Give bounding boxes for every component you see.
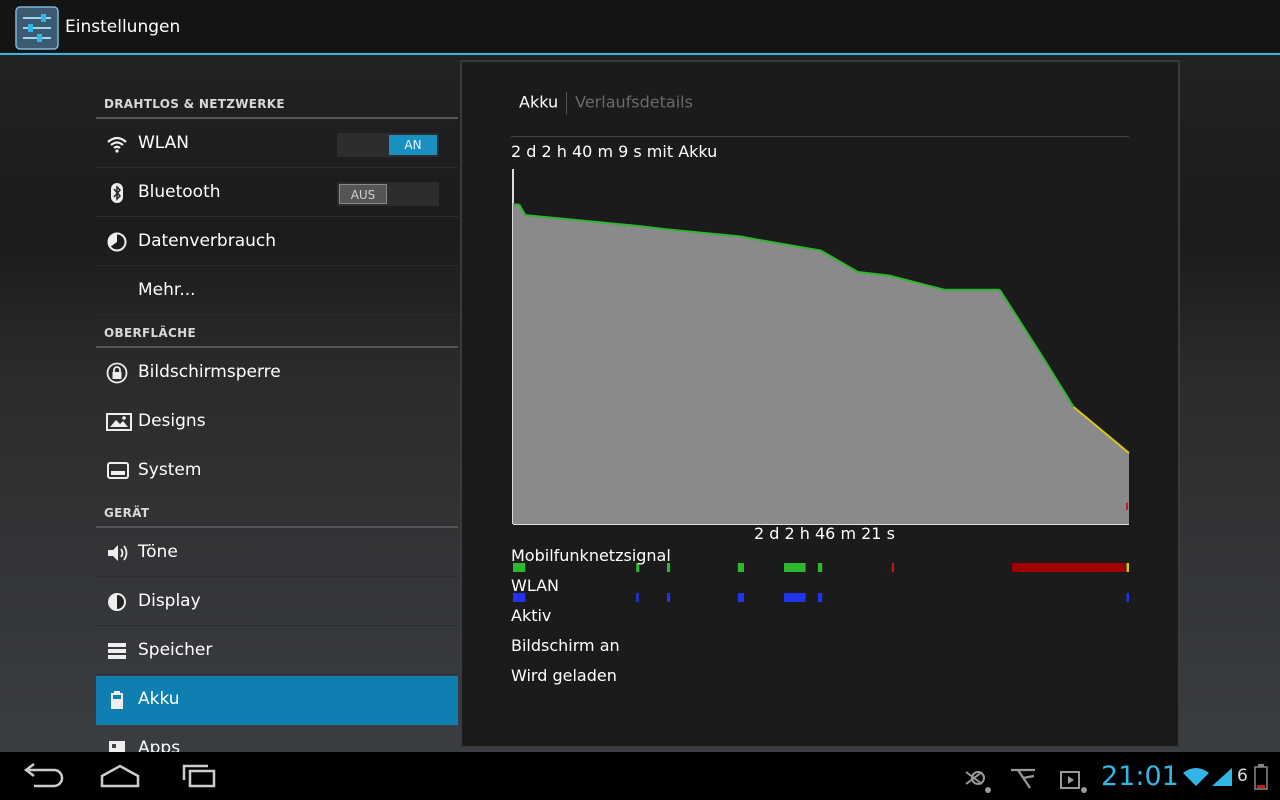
settings-item-data-usage[interactable]: Datenverbrauch bbox=[96, 218, 458, 266]
clock[interactable]: 21:01 bbox=[1101, 761, 1179, 792]
tab-history-details[interactable]: Verlaufsdetails bbox=[575, 93, 693, 112]
settings-item-label: Mehr... bbox=[138, 280, 196, 300]
elapsed-time-text: 2 d 2 h 46 m 21 s bbox=[754, 524, 895, 543]
settings-item-label: WLAN bbox=[138, 133, 190, 153]
battery-duration-text: 2 d 2 h 40 m 9 s mit Akku bbox=[511, 142, 718, 161]
settings-item-label: Display bbox=[138, 591, 201, 611]
category-divider bbox=[96, 117, 458, 119]
image-icon bbox=[106, 411, 132, 433]
settings-item-system[interactable]: System bbox=[96, 447, 458, 495]
settings-item-label: Bildschirmsperre bbox=[138, 362, 281, 382]
wlan-segment bbox=[667, 593, 671, 602]
mobile-signal-segment bbox=[1011, 563, 1126, 572]
settings-item-display[interactable]: Display bbox=[96, 578, 458, 626]
wifi-status-icon bbox=[1182, 766, 1210, 792]
system-nav-bar: 21:01 6 bbox=[0, 752, 1280, 800]
storage-icon bbox=[106, 640, 128, 662]
recent-apps-button[interactable] bbox=[170, 760, 230, 792]
mobile-signal-segment bbox=[1126, 563, 1129, 572]
settings-item-label: Apps bbox=[138, 738, 181, 752]
battery-level-area bbox=[513, 204, 1129, 524]
settings-item-wlan[interactable]: WLAN AN bbox=[96, 120, 458, 168]
sync-notification-icon[interactable] bbox=[962, 764, 992, 798]
tab-battery[interactable]: Akku bbox=[519, 93, 558, 112]
settings-item-bluetooth[interactable]: Bluetooth AUS bbox=[96, 169, 458, 217]
settings-item-label: Töne bbox=[138, 542, 178, 562]
battery-icon bbox=[106, 689, 128, 711]
track-label-charging: Wird geladen bbox=[511, 666, 617, 685]
back-button[interactable] bbox=[14, 760, 74, 792]
mobile-signal-segment bbox=[817, 563, 823, 572]
bluetooth-icon bbox=[106, 182, 128, 204]
action-bar: Einstellungen bbox=[0, 0, 1280, 55]
settings-item-more[interactable]: Mehr... bbox=[96, 267, 458, 315]
category-header-wireless: DRAHTLOS & NETZWERKE bbox=[104, 97, 285, 111]
battery-status-icon bbox=[1254, 764, 1268, 794]
bluetooth-toggle[interactable]: AUS bbox=[337, 182, 439, 206]
home-button[interactable] bbox=[90, 760, 150, 792]
settings-item-label: Akku bbox=[138, 689, 180, 709]
settings-item-label: Datenverbrauch bbox=[138, 231, 277, 251]
settings-item-sound[interactable]: Töne bbox=[96, 529, 458, 577]
toggle-state-label: AN bbox=[389, 135, 437, 155]
battery-detail-panel: Akku Verlaufsdetails 2 d 2 h 40 m 9 s mit… bbox=[460, 60, 1180, 748]
wlan-segment bbox=[784, 593, 806, 602]
cell-signal-icon bbox=[1210, 766, 1234, 792]
media-notification-icon[interactable] bbox=[1058, 764, 1088, 798]
app-title: Einstellungen bbox=[65, 17, 181, 37]
battery-level-number: 6 bbox=[1237, 766, 1248, 786]
panel-tabs: Akku Verlaufsdetails bbox=[519, 92, 693, 114]
settings-item-label: Bluetooth bbox=[138, 182, 221, 202]
track-label-mobile-signal: Mobilfunknetzsignal bbox=[511, 546, 671, 565]
airplane-notification-icon[interactable] bbox=[1008, 764, 1038, 798]
brightness-icon bbox=[106, 591, 128, 613]
settings-item-lockscreen[interactable]: Bildschirmsperre bbox=[96, 349, 458, 397]
category-divider bbox=[96, 346, 458, 348]
category-divider bbox=[96, 526, 458, 528]
category-header-ui: OBERFLÄCHE bbox=[104, 326, 196, 340]
category-header-device: GERÄT bbox=[104, 506, 150, 520]
data-usage-icon bbox=[106, 231, 128, 253]
settings-app-icon[interactable] bbox=[15, 6, 59, 50]
wlan-segment bbox=[737, 593, 744, 602]
settings-item-label: Designs bbox=[138, 411, 206, 431]
track-label-wlan: WLAN bbox=[511, 576, 560, 595]
wlan-segment bbox=[636, 593, 639, 602]
wlan-segment bbox=[1126, 593, 1129, 602]
mobile-signal-segment bbox=[891, 563, 894, 572]
settings-item-label: Speicher bbox=[138, 640, 213, 660]
settings-item-battery[interactable]: Akku bbox=[96, 676, 458, 725]
settings-list: DRAHTLOS & NETZWERKE WLAN AN Bluetooth A… bbox=[96, 55, 458, 752]
track-label-screen-on: Bildschirm an bbox=[511, 636, 620, 655]
toggle-state-label: AUS bbox=[339, 184, 387, 204]
settings-item-designs[interactable]: Designs bbox=[96, 398, 458, 446]
wlan-segment bbox=[817, 593, 823, 602]
wlan-toggle[interactable]: AN bbox=[337, 133, 439, 157]
wifi-icon bbox=[106, 133, 128, 155]
lock-icon bbox=[106, 362, 128, 384]
panel-divider bbox=[511, 136, 1129, 137]
settings-item-storage[interactable]: Speicher bbox=[96, 627, 458, 675]
apps-icon bbox=[106, 738, 128, 752]
display-system-icon bbox=[106, 460, 129, 482]
settings-item-apps[interactable]: Apps bbox=[96, 725, 458, 752]
tab-separator bbox=[566, 92, 568, 114]
mobile-signal-segment bbox=[737, 563, 744, 572]
speaker-icon bbox=[106, 542, 128, 564]
settings-item-label: System bbox=[138, 460, 202, 480]
content-area: DRAHTLOS & NETZWERKE WLAN AN Bluetooth A… bbox=[0, 55, 1280, 752]
mobile-signal-segment bbox=[784, 563, 806, 572]
track-label-active: Aktiv bbox=[511, 606, 552, 625]
